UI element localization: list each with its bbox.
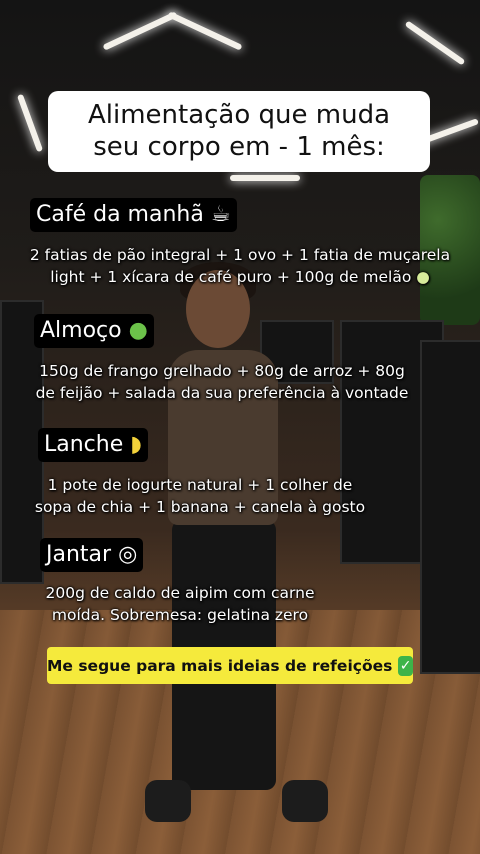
check-mark-icon: ✓ <box>398 655 413 676</box>
person-shoe <box>145 780 191 822</box>
meal-description-snack: 1 pote de iogurte natural + 1 colher de … <box>28 474 372 518</box>
title-line-2: seu corpo em - 1 mês: <box>93 132 385 162</box>
follow-cta-banner[interactable]: Me segue para mais ideias de refeições ✓ <box>47 647 413 684</box>
ceiling-light <box>16 93 44 153</box>
person-shoe <box>282 780 328 822</box>
meal-heading-dinner: Jantar ◎ <box>40 538 144 572</box>
meal-line: 200g de caldo de aipim com carne <box>45 584 315 602</box>
banana-icon: ◗ <box>130 432 142 457</box>
salad-icon: ● <box>128 318 148 343</box>
ceiling-light <box>404 20 466 66</box>
meal-description-lunch: 150g de frango grelhado + 80g de arroz +… <box>30 360 414 404</box>
plate-cutlery-icon: ◎ <box>118 542 138 567</box>
melon-icon: ● <box>416 268 430 286</box>
coffee-icon: ☕ <box>210 202 231 227</box>
ceiling-light <box>102 11 178 51</box>
title-card: Alimentação que muda seu corpo em - 1 mê… <box>48 91 430 172</box>
meal-line: moída. Sobremesa: gelatina zero <box>51 606 309 624</box>
meal-line: 150g de frango grelhado + 80g de arroz +… <box>39 362 405 380</box>
ceiling-light <box>167 11 243 51</box>
meal-description-breakfast: 2 fatias de pão integral + 1 ovo + 1 fat… <box>28 244 452 288</box>
meal-heading-label: Almoço <box>40 318 122 343</box>
meal-heading-label: Lanche <box>44 432 124 457</box>
ceiling-light <box>230 175 300 181</box>
meal-heading-label: Café da manhã <box>36 202 204 227</box>
follow-cta-label: Me segue para mais ideias de refeições <box>47 656 393 675</box>
gym-machine <box>420 340 480 674</box>
meal-line: 2 fatias de pão integral + 1 ovo + 1 fat… <box>29 246 451 264</box>
meal-line: de feijão + salada da sua preferência à … <box>35 384 409 402</box>
meal-description-dinner: 200g de caldo de aipim com carne moída. … <box>30 582 330 626</box>
meal-heading-lunch: Almoço ● <box>34 314 154 348</box>
meal-heading-breakfast: Café da manhã ☕ <box>30 198 237 232</box>
meal-heading-snack: Lanche ◗ <box>38 428 148 462</box>
meal-line: light + 1 xícara de café puro + 100g de … <box>50 268 430 286</box>
title-line-1: Alimentação que muda <box>87 100 391 130</box>
meal-heading-label: Jantar <box>46 542 112 567</box>
meal-line: 1 pote de iogurte natural + 1 colher de <box>47 476 353 494</box>
meal-line: sopa de chia + 1 banana + canela à gosto <box>34 498 366 516</box>
